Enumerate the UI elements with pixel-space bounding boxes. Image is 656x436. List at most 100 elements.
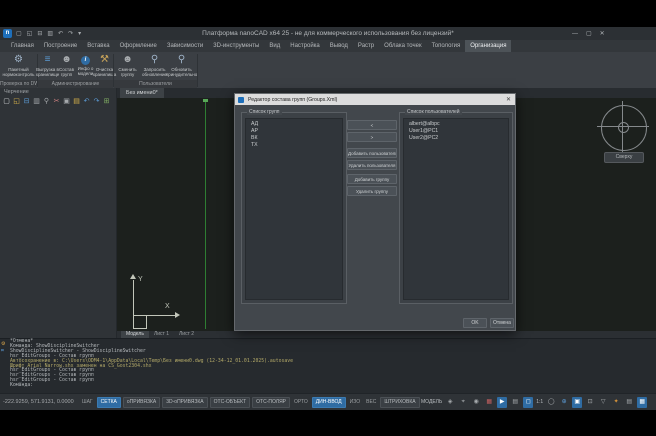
ucs-x-arrow-icon [175, 312, 180, 318]
storage-upload-button[interactable]: ≡ Выгрузка в хранилище [38, 54, 57, 77]
tab-oformlenie[interactable]: Оформление [115, 40, 162, 52]
undo-icon[interactable]: ↶ [82, 97, 91, 107]
list-icon[interactable]: ▤ [624, 397, 634, 408]
tab-postroenie[interactable]: Построение [39, 40, 82, 52]
fullscreen-icon[interactable]: ◻ [523, 397, 533, 408]
minimize-button[interactable]: — [572, 31, 578, 37]
crosshair-vertical-line [205, 100, 206, 329]
storage-upload-icon: ≡ [45, 54, 51, 66]
notifications-icon[interactable]: ▦ [637, 397, 647, 408]
toggle-dynamic-input[interactable]: ДИН-ВВОД [312, 397, 346, 408]
toggle-hatch[interactable]: ШТРИХОВКА [380, 397, 419, 408]
list-item-user[interactable]: albert@albpc [404, 121, 508, 128]
paste-icon[interactable]: ▤ [72, 97, 81, 107]
toggle-iso[interactable]: ИЗО [348, 399, 362, 405]
document-tab[interactable]: Без имени0* [120, 88, 164, 98]
list-item-group[interactable]: ВК [246, 135, 342, 142]
list-item-user[interactable]: User1@PC1 [404, 128, 508, 135]
ucs-y-arrow-icon [130, 274, 136, 279]
toggle-polar-tracking[interactable]: ОТС-ПОЛЯР [252, 397, 290, 408]
button-label: Сменить группу [114, 67, 141, 77]
remove-group-button[interactable]: Удалить группу [347, 186, 397, 196]
selection-mode-icon[interactable]: ▶ [497, 397, 507, 408]
toggle-3d-osnap[interactable]: 3D-оПРИВЯЗКА [162, 397, 207, 408]
list-item-group[interactable]: АД [246, 121, 342, 128]
preview-icon[interactable]: ⚲ [42, 97, 51, 107]
console-settings-icon[interactable]: ⚙ [1, 341, 5, 347]
request-update-button[interactable]: ⚲ Запросить обновление [141, 54, 168, 77]
tab-vstavka[interactable]: Вставка [82, 40, 114, 52]
crosshair-mark [203, 99, 208, 102]
sheet-tab-list2[interactable]: Лист 2 [174, 331, 199, 338]
console-keyboard-icon[interactable]: ⌗ [1, 348, 4, 354]
plot-icon[interactable]: ▥ [32, 97, 41, 107]
scale-indicator[interactable]: 1:1 [536, 399, 543, 405]
tab-zavisimosti[interactable]: Зависимости [162, 40, 208, 52]
move-right-button[interactable]: > [347, 132, 397, 142]
view-name-button[interactable]: Сверху [604, 152, 644, 163]
osnap-marker-icon[interactable]: ◉ [471, 397, 481, 408]
tab-vyvod[interactable]: Вывод [325, 40, 353, 52]
move-left-button[interactable]: < [347, 120, 397, 130]
tab-topologiya[interactable]: Топология [427, 40, 466, 52]
toggle-ortho[interactable]: ОРТО [292, 399, 310, 405]
cut-icon[interactable]: ✂ [52, 97, 61, 107]
ok-button[interactable]: OK [463, 318, 487, 328]
change-group-button[interactable]: ☻ Сменить группу [114, 54, 141, 77]
gear-plus-icon: ⚙ [14, 54, 23, 66]
new-icon[interactable]: ▢ [2, 97, 11, 107]
toggle-grid[interactable]: СЕТКА [97, 397, 121, 408]
cancel-button[interactable]: Отмена [490, 318, 514, 328]
toggle-lineweight[interactable]: ВЕС [364, 399, 378, 405]
tab-rastr[interactable]: Растр [353, 40, 379, 52]
maximize-button[interactable]: ▢ [586, 30, 592, 37]
groups-list: АД АР ВК ТХ [245, 118, 343, 300]
copy-icon[interactable]: ▣ [62, 97, 71, 107]
button-label: Пакетный нормоконтроль [1, 67, 36, 77]
dialog-close-icon[interactable]: ✕ [506, 96, 511, 103]
add-user-button[interactable]: Добавить пользователя [347, 148, 397, 158]
dialog-title-bar[interactable]: Редактор состава групп (Groups.Xml) ✕ [235, 94, 515, 105]
sheet-tab-list1[interactable]: Лист 1 [149, 331, 174, 338]
properties-icon[interactable]: ⊞ [102, 97, 111, 107]
redo-icon[interactable]: ↷ [92, 97, 101, 107]
model-space-button[interactable]: МОДЕЛЬ [421, 399, 442, 405]
lock-icon[interactable]: ◈ [445, 397, 455, 408]
layers-panel-icon[interactable]: ▤ [510, 397, 520, 408]
remove-user-button[interactable]: Удалить пользователя [347, 160, 397, 170]
toggle-snap[interactable]: ШАГ [80, 399, 95, 405]
list-item-group[interactable]: ТХ [246, 142, 342, 149]
tab-3d-instrumenty[interactable]: 3D-инструменты [208, 40, 264, 52]
batch-normcontrol-button[interactable]: ⚙ Пакетный нормоконтроль [1, 54, 36, 77]
list-item-user[interactable]: User2@PC2 [404, 135, 508, 142]
tab-organizatsiya[interactable]: Организация [465, 40, 511, 52]
crosshair-icon[interactable]: ⌖ [458, 397, 468, 408]
add-group-button[interactable]: Добавить группу [347, 174, 397, 184]
star-icon[interactable]: ✦ [611, 397, 621, 408]
sheet-tab-model[interactable]: Модель [121, 331, 149, 338]
close-button[interactable]: ✕ [600, 30, 605, 37]
open-icon[interactable]: ◱ [12, 97, 21, 107]
zoom-icon[interactable]: ⊕ [559, 397, 569, 408]
pan-icon[interactable]: ▣ [572, 397, 582, 408]
group-caption-users: Пользователи [114, 80, 197, 88]
tab-nastroyka[interactable]: Настройка [285, 40, 325, 52]
list-item-group[interactable]: АР [246, 128, 342, 135]
tab-oblaka-tochek[interactable]: Облака точек [379, 40, 426, 52]
toolbar-title: Черчение [4, 89, 29, 95]
group-members-button[interactable]: ☻ Состав групп [57, 54, 76, 77]
force-update-button[interactable]: ⚲ Обновить принудительно [168, 54, 195, 77]
command-input[interactable]: Команда: [10, 384, 656, 389]
tab-glavnaya[interactable]: Главная [6, 40, 39, 52]
viewport-icon[interactable]: ⊡ [585, 397, 595, 408]
toggle-object-tracking[interactable]: ОТС-ОБЪЕКТ [210, 397, 250, 408]
status-bar: -222.9259, 571.9131, 0.0000 ШАГ СЕТКА оП… [0, 393, 656, 410]
tab-vid[interactable]: Вид [264, 40, 285, 52]
orbit-icon[interactable]: ◯ [546, 397, 556, 408]
toggle-osnap[interactable]: оПРИВЯЗКА [123, 397, 160, 408]
save-icon[interactable]: ⊟ [22, 97, 31, 107]
expand-icon[interactable]: ▽ [598, 397, 608, 408]
storage-cleanup-button[interactable]: ⚒ Очистка хранилища [95, 54, 114, 77]
command-console[interactable]: ⚙ ⌗ *Отмена* Команда: ShowDisciplineSwit… [0, 338, 656, 393]
record-macro-icon[interactable]: ▦ [484, 397, 494, 408]
